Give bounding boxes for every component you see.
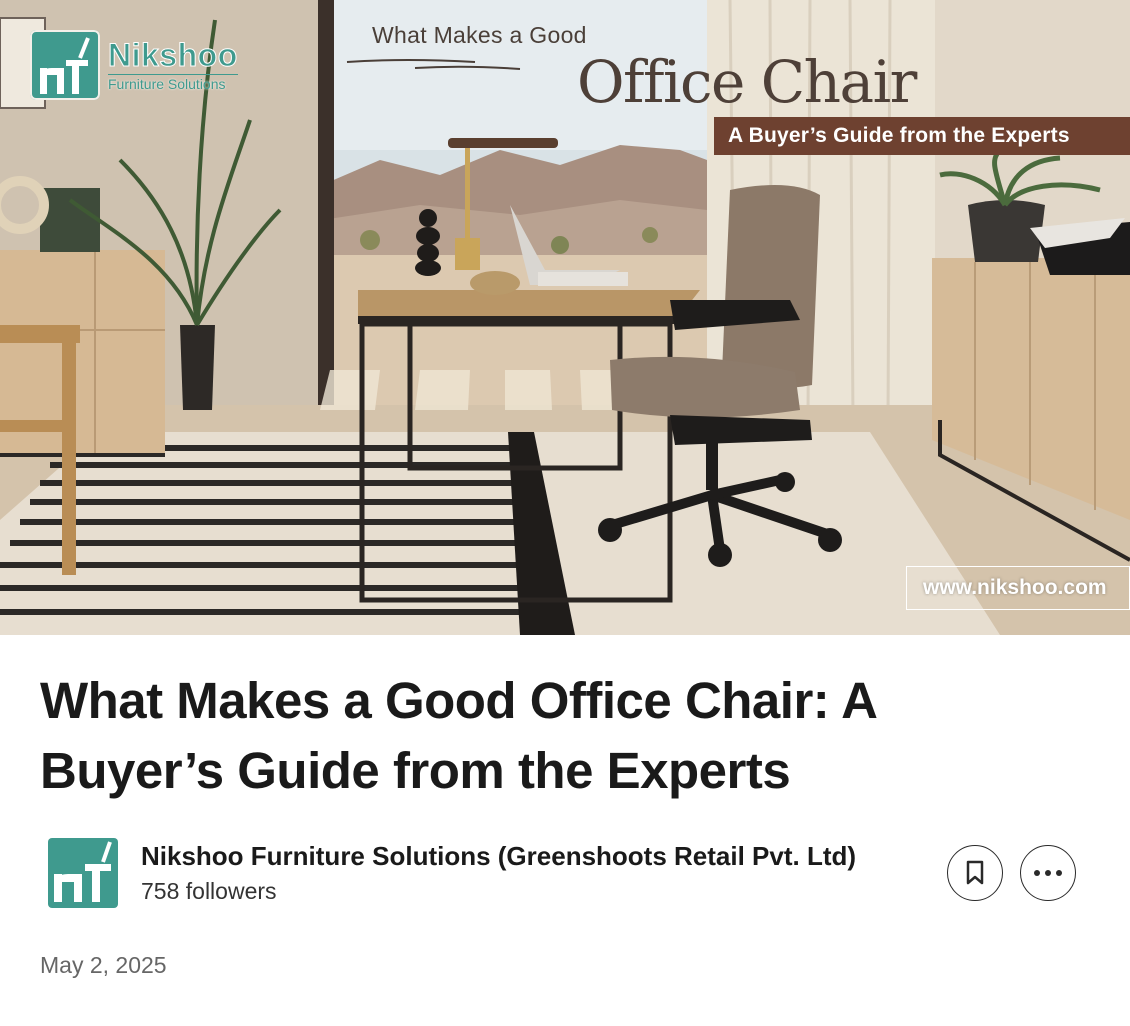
author-avatar[interactable] <box>48 838 118 908</box>
banner-website-url: www.nikshoo.com <box>906 566 1130 610</box>
brand-tagline: Furniture Solutions <box>108 74 238 92</box>
nikshoo-logo-icon <box>54 841 112 902</box>
banner-subheadline: A Buyer’s Guide from the Experts <box>714 117 1130 155</box>
banner-kicker: What Makes a Good <box>372 22 587 48</box>
more-options-button[interactable] <box>1020 845 1076 901</box>
author-block: Nikshoo Furniture Solutions (Greenshoots… <box>48 838 856 908</box>
ellipsis-icon <box>1034 870 1062 876</box>
bookmark-icon <box>966 860 984 885</box>
brand-logo: Nikshoo Furniture Solutions <box>30 30 238 100</box>
publish-date: May 2, 2025 <box>40 952 167 978</box>
follower-count: 758 followers <box>141 878 277 904</box>
decorative-underline <box>346 59 521 70</box>
nikshoo-logo-icon <box>30 30 100 100</box>
article-cover-image: Nikshoo Furniture Solutions What Makes a… <box>0 0 1130 635</box>
save-article-button[interactable] <box>947 845 1003 901</box>
banner-headline: Office Chair <box>577 48 917 116</box>
author-name-link[interactable]: Nikshoo Furniture Solutions (Greenshoots… <box>141 838 941 874</box>
article-title: What Makes a Good Office Chair: A Buyer’… <box>40 672 876 799</box>
brand-name: Nikshoo <box>108 37 238 73</box>
